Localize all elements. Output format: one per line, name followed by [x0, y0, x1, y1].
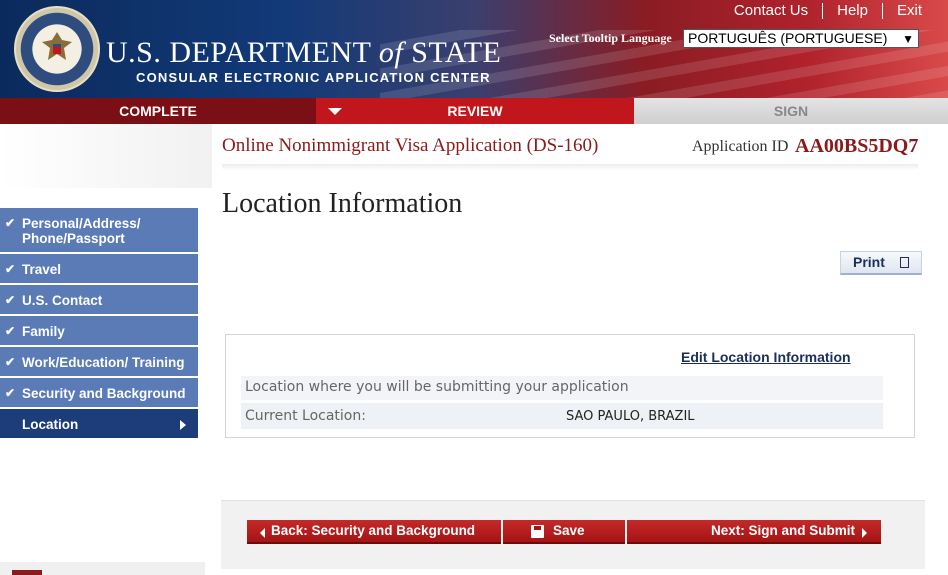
sidebar-item-label: Location [22, 417, 79, 432]
chevron-left-icon [260, 528, 265, 538]
application-title: Online Nonimmigrant Visa Application (DS… [222, 135, 599, 156]
top-links: Contact Us Help Exit [720, 0, 948, 22]
tab-review-label: REVIEW [447, 103, 503, 119]
progress-tabs: COMPLETE REVIEW SIGN [0, 98, 948, 124]
tab-complete: COMPLETE [0, 98, 316, 124]
sidebar-item-location[interactable]: Location [0, 409, 198, 440]
sidebar-item-personal[interactable]: ✔ Personal/Address/ Phone/Passport [0, 208, 198, 254]
tooltip-language-select[interactable]: PORTUGUÊS (PORTUGUESE) ▼ [683, 29, 919, 48]
check-icon: ✔ [5, 262, 16, 276]
submitting-location-label: Location where you will be submitting yo… [245, 379, 629, 395]
next-button[interactable]: Next: Sign and Submit [627, 520, 881, 544]
department-state: STATE [411, 36, 502, 69]
tooltip-language-label: Select Tooltip Language [549, 31, 672, 45]
department-title: U.S. DEPARTMENT of STATE [106, 36, 501, 70]
check-icon: ✔ [5, 293, 16, 307]
site-header: U.S. DEPARTMENT of STATE CONSULAR ELECTR… [0, 0, 948, 98]
back-button-label: Back: Security and Background [271, 523, 476, 538]
exit-link[interactable]: Exit [883, 3, 948, 19]
sidebar-item-us-contact[interactable]: ✔ U.S. Contact [0, 285, 198, 316]
sidebar-item-label: Personal/Address/ Phone/Passport [22, 216, 141, 246]
page-title: Location Information [222, 188, 463, 219]
sidebar-item-label: Travel [22, 262, 62, 277]
sidebar-item-label: Security and Background [22, 386, 186, 401]
department-subtitle: CONSULAR ELECTRONIC APPLICATION CENTER [136, 70, 491, 85]
sidebar-item-label: Work/Education/ Training [22, 355, 185, 370]
tab-review: REVIEW [316, 98, 634, 124]
application-id-label: Application ID [692, 138, 789, 155]
sidebar-item-label: Family [22, 324, 65, 339]
help-link[interactable]: Help [823, 3, 883, 19]
tooltip-language-value: PORTUGUÊS (PORTUGUESE) [688, 30, 888, 46]
department-name: U.S. DEPARTMENT [106, 36, 371, 69]
check-icon: ✔ [5, 216, 16, 230]
back-button[interactable]: Back: Security and Background [247, 520, 501, 544]
current-location-label: Current Location: [245, 408, 366, 424]
contact-us-link[interactable]: Contact Us [720, 3, 824, 19]
check-icon: ✔ [5, 386, 16, 400]
sidebar-header-fade [0, 124, 212, 188]
subheader-divider [222, 164, 918, 170]
print-button[interactable]: Print [840, 251, 922, 275]
tab-sign: SIGN [634, 98, 948, 124]
sidebar-item-work-education[interactable]: ✔ Work/Education/ Training [0, 347, 198, 378]
save-button[interactable]: Save [503, 520, 625, 544]
current-step-caret-icon [328, 108, 342, 115]
state-department-seal [14, 6, 100, 92]
edit-location-link[interactable]: Edit Location Information [681, 349, 851, 365]
save-button-label: Save [553, 523, 585, 538]
print-label: Print [853, 254, 885, 270]
sidebar-item-security[interactable]: ✔ Security and Background [0, 378, 198, 409]
check-icon: ✔ [5, 355, 16, 369]
sidebar-item-family[interactable]: ✔ Family [0, 316, 198, 347]
sidebar-footer-mark [12, 570, 42, 575]
current-location-value: SAO PAULO, BRAZIL [566, 409, 695, 424]
chevron-down-icon: ▼ [902, 32, 914, 46]
sidebar-item-travel[interactable]: ✔ Travel [0, 254, 198, 285]
application-id: AA00BS5DQ7 [795, 135, 919, 157]
document-icon [900, 257, 909, 268]
eagle-icon [42, 32, 72, 60]
check-icon: ✔ [5, 324, 16, 338]
department-of: of [378, 36, 404, 69]
chevron-right-icon [862, 528, 867, 538]
chevron-right-icon [180, 420, 186, 430]
next-button-label: Next: Sign and Submit [711, 523, 856, 538]
sidebar-item-label: U.S. Contact [22, 293, 103, 308]
floppy-disk-icon [531, 525, 544, 538]
sidebar-nav: ✔ Personal/Address/ Phone/Passport ✔ Tra… [0, 208, 198, 440]
